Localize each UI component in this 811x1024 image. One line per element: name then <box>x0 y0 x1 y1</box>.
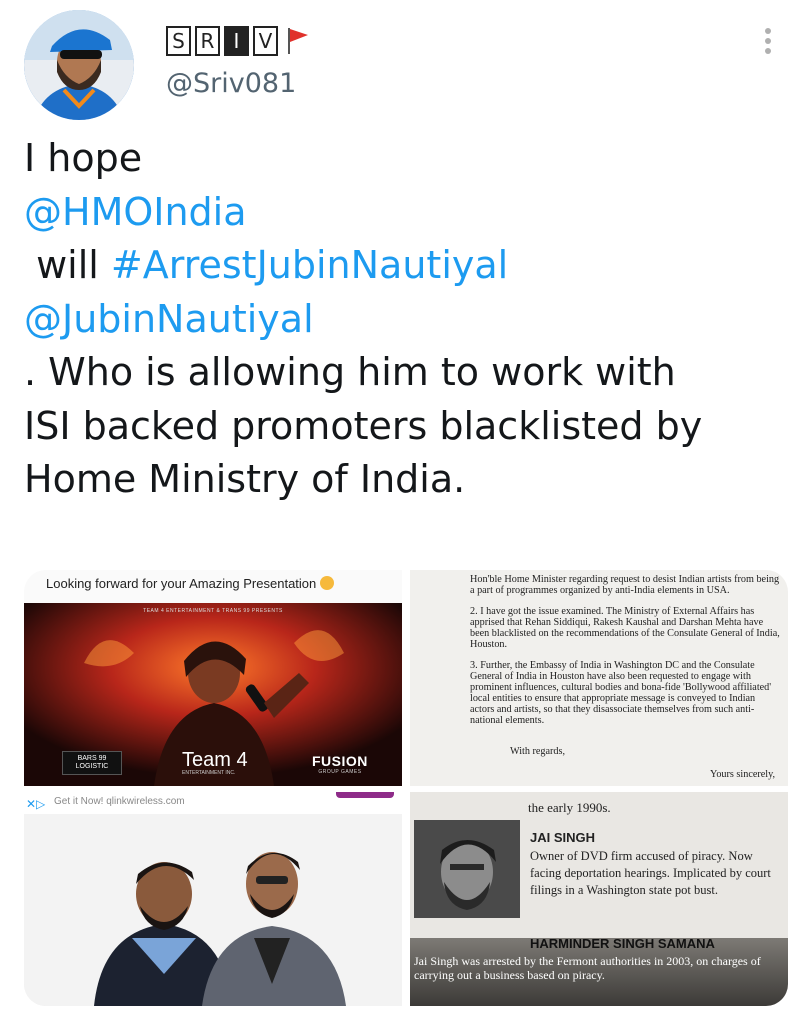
tweet-line: I hope <box>24 136 143 180</box>
letter-paragraph: 2. I have got the issue examined. The Mi… <box>470 606 780 650</box>
media-grid: Looking forward for your Amazing Present… <box>24 570 788 1006</box>
ad-text: Get it Now! qlinkwireless.com <box>54 796 185 807</box>
clipping-name: JAI SINGH <box>530 830 596 845</box>
poster-presents-text: TEAM 4 ENTERTAINMENT & TRANS 99 PRESENTS <box>143 608 283 614</box>
mention-jubinnautiyal[interactable]: @JubinNautiyal <box>24 297 314 341</box>
ad-close-icon[interactable]: ✕▷ <box>26 797 45 811</box>
avatar[interactable] <box>24 10 134 120</box>
promo-caption: Looking forward for your Amazing Present… <box>46 576 335 591</box>
display-name-letter: S <box>166 26 191 56</box>
tweet-line: will <box>24 243 111 287</box>
sponsor-logo-bars: BARS 99 LOGISTIC <box>62 751 122 775</box>
display-name-letter: V <box>253 26 278 56</box>
letter-regards: With regards, <box>510 746 566 757</box>
sponsor-logo-team4: Team 4 ENTERTAINMENT INC. <box>182 749 248 776</box>
red-flag-icon <box>286 26 310 56</box>
clipping-top-text: the early 1990s. <box>528 800 611 815</box>
letter-signoff: Yours sincerely, <box>710 769 776 780</box>
display-name[interactable]: S R I V <box>166 24 310 58</box>
more-options-icon[interactable] <box>760 26 776 56</box>
clipping-caption: Jai Singh was arrested by the Fermont au… <box>414 954 761 982</box>
concert-poster: TEAM 4 ENTERTAINMENT & TRANS 99 PRESENTS… <box>24 603 402 786</box>
mention-hmoindia[interactable]: @HMOIndia <box>24 190 247 234</box>
sponsor-logo-fusion: FUSION GROUP GAMES <box>312 753 368 775</box>
letter-paragraph: 3. Further, the Embassy of India in Wash… <box>470 660 772 726</box>
clipping-description: Owner of DVD firm accused of piracy. Now… <box>530 849 771 897</box>
ad-banner[interactable]: ✕▷ Get it Now! qlinkwireless.com <box>24 792 402 814</box>
clipping-heading: HARMINDER SINGH SAMANA <box>530 936 715 951</box>
tweet-header: S R I V @Sriv081 <box>0 0 811 130</box>
clipping-photo <box>414 820 520 918</box>
tweet-line: . Who is allowing him to work with <box>24 350 676 394</box>
heart-eyes-emoji-icon <box>320 576 335 590</box>
media-image-clipping[interactable]: the early 1990s. JAI SINGH Owner of DVD … <box>410 792 788 1006</box>
media-image-photo[interactable]: ✕▷ Get it Now! qlinkwireless.com <box>24 792 402 1006</box>
letter-document: Hon'ble Home Minister regarding request … <box>470 574 780 780</box>
tweet-line: Home Ministry of India. <box>24 457 466 501</box>
media-image-promo[interactable]: Looking forward for your Amazing Present… <box>24 570 402 786</box>
letter-paragraph: Hon'ble Home Minister regarding request … <box>470 574 780 596</box>
display-name-letter: R <box>195 26 220 56</box>
hashtag-link[interactable]: #ArrestJubinNautiyal <box>111 243 508 287</box>
ad-button[interactable] <box>336 792 394 798</box>
display-name-letter: I <box>224 26 249 56</box>
two-men-photo <box>24 814 402 1006</box>
tweet-text: I hope @HMOIndia will #ArrestJubinNautiy… <box>24 132 794 507</box>
tweet-line: ISI backed promoters blacklisted by <box>24 403 703 448</box>
user-handle[interactable]: @Sriv081 <box>166 68 296 99</box>
media-image-letter[interactable]: Hon'ble Home Minister regarding request … <box>410 570 788 786</box>
